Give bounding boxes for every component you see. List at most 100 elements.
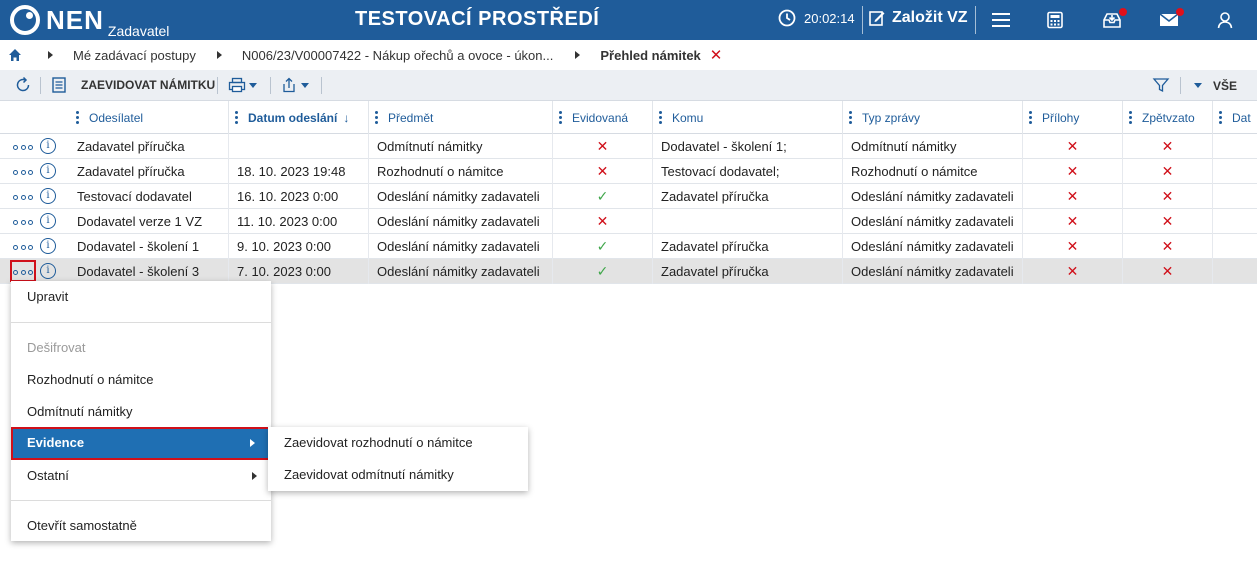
- menu-icon[interactable]: [990, 10, 1012, 30]
- column-divider: [1212, 159, 1213, 184]
- calculator-icon[interactable]: [1044, 10, 1066, 30]
- column-menu-icon[interactable]: [375, 109, 378, 126]
- row-actions-icon[interactable]: [13, 242, 33, 252]
- table-row[interactable]: i Dodavatel - školení 1 9. 10. 2023 0:00…: [0, 234, 1257, 259]
- menu-item-evidence[interactable]: Evidence: [11, 427, 271, 460]
- breadcrumb-my-procedures[interactable]: Mé zadávací postupy: [73, 48, 196, 63]
- column-header-sent-date[interactable]: Datum odeslání ↓: [235, 101, 349, 134]
- column-header-attachments[interactable]: Přílohy: [1029, 101, 1079, 134]
- table-row[interactable]: i Zadavatel příručka 18. 10. 2023 19:48 …: [0, 159, 1257, 184]
- menu-item-open-standalone[interactable]: Otevřít samostatně: [11, 510, 271, 542]
- column-menu-icon[interactable]: [849, 109, 852, 126]
- column-divider[interactable]: [652, 101, 653, 134]
- column-menu-icon[interactable]: [76, 109, 79, 126]
- row-context-menu: Upravit Dešifrovat Rozhodnutí o námitce …: [11, 281, 271, 541]
- row-actions-icon[interactable]: [13, 217, 33, 227]
- row-actions-icon[interactable]: [13, 167, 33, 177]
- notification-dot: [1176, 8, 1184, 16]
- column-header-sender[interactable]: Odesílatel: [76, 101, 143, 134]
- cell-withdrawn: ✕: [1161, 263, 1174, 279]
- cell-sender: Dodavatel verze 1 VZ: [77, 214, 203, 229]
- table-row[interactable]: i Zadavatel příručka Odmítnutí námitky ✕…: [0, 134, 1257, 159]
- column-divider[interactable]: [552, 101, 553, 134]
- column-divider: [228, 234, 229, 259]
- column-menu-icon[interactable]: [659, 109, 662, 126]
- inbox-icon[interactable]: [1101, 8, 1127, 30]
- create-vz-label: Založit VZ: [892, 9, 968, 26]
- column-divider: [368, 159, 369, 184]
- menu-item-other[interactable]: Ostatní: [11, 460, 271, 492]
- column-header-registered[interactable]: Evidovaná: [559, 101, 628, 134]
- home-icon[interactable]: [8, 48, 22, 62]
- column-menu-icon[interactable]: [559, 109, 562, 126]
- cell-withdrawn: ✕: [1161, 238, 1174, 254]
- chevron-down-icon: [1194, 82, 1202, 88]
- info-icon[interactable]: i: [40, 238, 56, 254]
- menu-item-rejection[interactable]: Odmítnutí námitky: [11, 396, 271, 428]
- info-icon[interactable]: i: [40, 263, 56, 279]
- filter-value[interactable]: VŠE: [1213, 79, 1237, 93]
- cell-registered: ✓: [596, 188, 609, 204]
- column-divider[interactable]: [1212, 101, 1213, 134]
- column-divider[interactable]: [228, 101, 229, 134]
- column-divider[interactable]: [842, 101, 843, 134]
- export-dropdown[interactable]: [280, 75, 309, 95]
- column-divider[interactable]: [1022, 101, 1023, 134]
- column-menu-icon[interactable]: [235, 109, 238, 126]
- info-icon[interactable]: i: [40, 188, 56, 204]
- submenu-item-register-rejection[interactable]: Zaevidovat odmítnutí námitky: [268, 459, 528, 491]
- column-header-date-cut[interactable]: Dat: [1219, 101, 1251, 134]
- user-icon[interactable]: [1214, 10, 1236, 30]
- refresh-icon[interactable]: [14, 75, 32, 95]
- row-actions-icon[interactable]: [13, 142, 33, 152]
- column-divider: [228, 134, 229, 159]
- column-divider: [368, 209, 369, 234]
- menu-item-edit[interactable]: Upravit: [11, 281, 271, 313]
- divider: [321, 77, 322, 94]
- column-divider: [652, 209, 653, 234]
- row-actions-icon[interactable]: [13, 192, 33, 202]
- cell-attachments: ✕: [1066, 188, 1079, 204]
- info-icon[interactable]: i: [40, 163, 56, 179]
- column-divider: [842, 134, 843, 159]
- close-icon[interactable]: ✕: [710, 46, 723, 64]
- cell-sender: Dodavatel - školení 1: [77, 239, 200, 254]
- column-menu-icon[interactable]: [1029, 109, 1032, 126]
- info-icon[interactable]: i: [40, 213, 56, 229]
- column-divider: [368, 259, 369, 284]
- clock-value: 20:02:14: [804, 10, 855, 26]
- info-icon[interactable]: i: [40, 138, 56, 154]
- menu-item-decision[interactable]: Rozhodnutí o námitce: [11, 364, 271, 396]
- column-header-withdrawn[interactable]: Zpětvzato: [1129, 101, 1195, 134]
- cell-message-type: Odeslání námitky zadavateli: [851, 264, 1014, 279]
- column-menu-icon[interactable]: [1219, 109, 1222, 126]
- column-divider: [1212, 259, 1213, 284]
- session-clock: 20:02:14: [778, 9, 855, 27]
- create-vz-button[interactable]: Založit VZ: [868, 9, 968, 27]
- mail-icon[interactable]: [1158, 8, 1184, 30]
- row-actions-icon[interactable]: [13, 267, 33, 277]
- column-header-message-type[interactable]: Typ zprávy: [849, 101, 920, 134]
- share-icon: [283, 77, 295, 93]
- submenu-item-register-decision[interactable]: Zaevidovat rozhodnutí o námitce: [268, 427, 528, 459]
- column-divider: [652, 184, 653, 209]
- filter-icon[interactable]: [1152, 75, 1170, 95]
- column-divider[interactable]: [368, 101, 369, 134]
- table-row[interactable]: i Testovací dodavatel 16. 10. 2023 0:00 …: [0, 184, 1257, 209]
- column-header-recipient[interactable]: Komu: [659, 101, 703, 134]
- column-divider: [842, 159, 843, 184]
- column-divider[interactable]: [1122, 101, 1123, 134]
- cell-message-type: Odeslání námitky zadavateli: [851, 189, 1014, 204]
- column-menu-icon[interactable]: [1129, 109, 1132, 126]
- breadcrumb-procedure[interactable]: N006/23/V00007422 - Nákup ořechů a ovoce…: [242, 48, 554, 63]
- nen-logo[interactable]: NEN Zadavatel: [10, 5, 169, 39]
- sort-arrow-icon: ↓: [343, 110, 350, 125]
- filter-dropdown[interactable]: [1191, 75, 1202, 95]
- column-header-subject[interactable]: Předmět: [375, 101, 433, 134]
- menu-divider: [11, 500, 271, 501]
- table-row[interactable]: i Dodavatel verze 1 VZ 11. 10. 2023 0:00…: [0, 209, 1257, 234]
- register-objection-button[interactable]: ZAEVIDOVAT NÁMITKU: [81, 78, 215, 92]
- print-dropdown[interactable]: [228, 75, 257, 95]
- document-icon[interactable]: [50, 75, 68, 95]
- cell-subject: Odeslání námitky zadavateli: [377, 214, 540, 229]
